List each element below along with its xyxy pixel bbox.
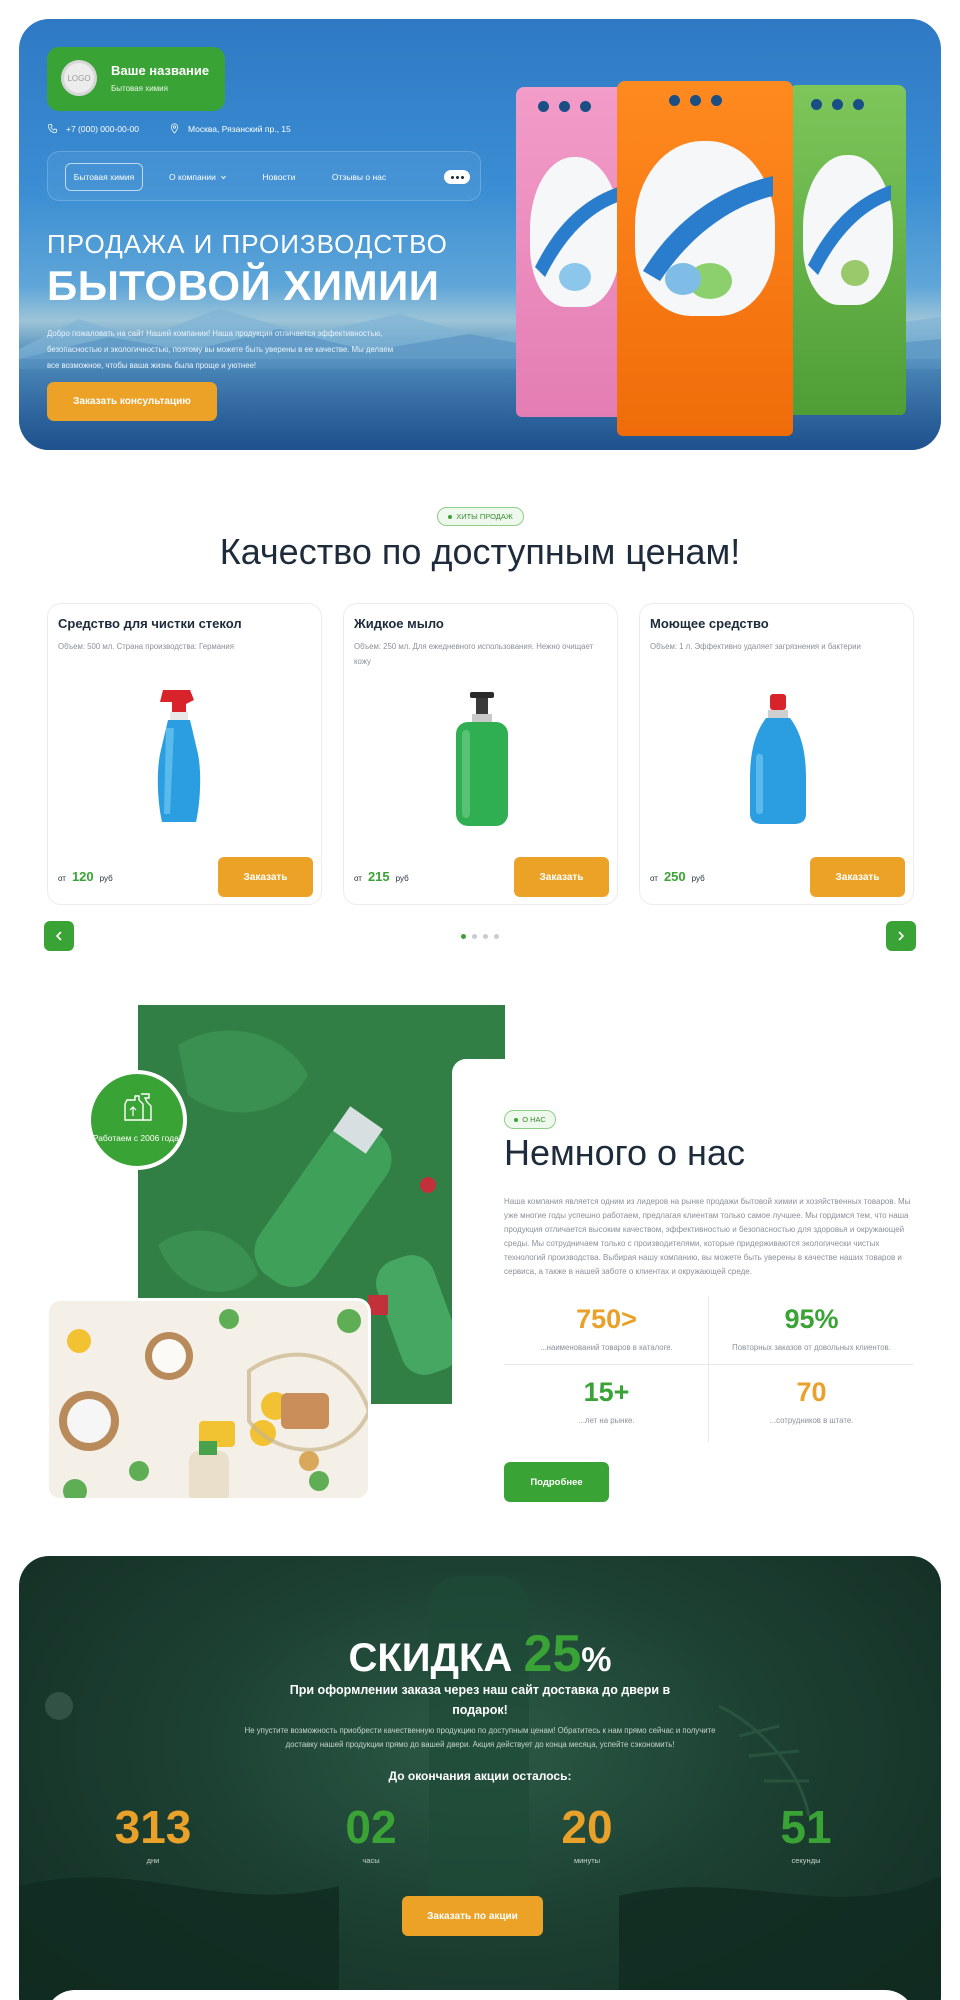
nav-item-household-chemicals[interactable]: Бытовая химия [65,163,143,191]
nav-item-reviews[interactable]: Отзывы о нас [322,163,396,191]
brand-name: Ваше название [111,63,210,78]
slider-dots[interactable] [461,934,499,939]
slider-next-button[interactable] [886,921,916,951]
detergent-pack-pink [516,87,631,417]
stat-item: 70 ...сотрудников в штате. [709,1377,914,1425]
stat-label: ...сотрудников в штате. [769,1416,854,1425]
slider-prev-button[interactable] [44,921,74,951]
cleaning-bottles-icon [124,1093,152,1121]
detergent-pack-green [789,85,906,415]
countdown-value: 313 [114,1801,192,1853]
brand-subtitle: Бытовая химия [111,84,168,93]
main-nav: Бытовая химия О компании Новости Отзывы … [47,151,481,201]
detergent-pack-orange [617,81,793,436]
address: Москва, Рязанский пр., 15 [188,123,291,134]
product-desc: Объем: 1 л. Эффективно удаляет загрязнен… [650,642,861,651]
order-consultation-button[interactable]: Заказать консультацию [47,382,217,421]
promo-headline: СКИДКА 25% [19,1624,941,1684]
spray-bottle-image [157,690,201,822]
order-button[interactable]: Заказать [514,857,609,897]
about-title: Немного о нас [504,1132,745,1173]
brand-block[interactable]: LOGO Ваше название Бытовая химия [47,47,225,111]
location-pin-icon [170,123,179,134]
about-pill-label: О НАС [522,1115,546,1124]
promo-percent-sign: % [581,1641,612,1679]
phone-icon [48,124,57,133]
product-card[interactable]: Жидкое мыло Объем: 250 мл. Для ежедневно… [343,603,618,905]
product-price: от 120 руб [58,869,113,884]
order-button[interactable]: Заказать [218,857,313,897]
hits-pill-label: ХИТЫ ПРОДАЖ [456,512,513,521]
stat-value: 70 [796,1377,827,1407]
order-button[interactable]: Заказать [810,857,905,897]
about-pill: О НАС [504,1110,556,1129]
phone-number: +7 (000) 000-00-00 [66,123,140,134]
promo-subtitle: При оформлении заказа через наш сайт дос… [289,1683,671,1717]
chevron-left-icon [55,931,62,941]
countdown-title: До окончания акции осталось: [388,1769,572,1783]
about-text: Наша компания является одним из лидеров … [504,1197,911,1276]
detergent-bottle-image [750,694,806,824]
countdown-unit: секунды [791,1856,821,1865]
stat-value: 750> [576,1304,637,1334]
product-price: от 250 руб [650,869,705,884]
promo-order-button[interactable]: Заказать по акции [402,1896,543,1936]
more-button[interactable]: Подробнее [504,1462,609,1502]
stat-label: Повторных заказов от довольных клиентов. [732,1343,891,1352]
product-title: Жидкое мыло [354,616,444,631]
countdown-unit: часы [362,1856,380,1865]
soap-bottle-image [456,692,508,826]
chevron-right-icon [898,931,905,941]
about-secondary-image [46,1298,371,1501]
since-2006-badge: Работаем с 2006 года! [87,1070,187,1170]
countdown-value: 02 [345,1801,397,1853]
hero-banner: LOGO Ваше название Бытовая химия +7 (000… [19,19,941,450]
promo-percent-value: 25 [523,1625,582,1683]
promo-banner: СКИДКА 25% При оформлении заказа через н… [19,1556,941,2000]
logo: LOGO [61,60,97,96]
nav-item-label: О компании [169,172,216,182]
countdown-value: 51 [780,1801,832,1853]
countdown-value: 20 [561,1801,613,1853]
countdown-days: 313 дни [83,1800,223,1865]
eco-products-photo [49,1301,368,1498]
badge-text: Работаем с 2006 года! [92,1133,182,1143]
hits-pill: ХИТЫ ПРОДАЖ [437,507,524,526]
hero-title: БЫТОВОЙ ХИМИИ [47,262,440,309]
hits-title: Качество по доступным ценам! [219,531,741,572]
stat-value: 95% [784,1304,839,1334]
countdown-unit: дни [146,1856,160,1865]
stat-label: ...лет на рынке. [578,1416,635,1425]
stat-value: 15+ [583,1377,630,1407]
more-menu-icon[interactable] [444,170,470,184]
chevron-down-icon [220,175,226,179]
stat-label: ...наименований товаров в каталоге. [540,1343,673,1352]
product-price: от 215 руб [354,869,409,884]
product-card[interactable]: Средство для чистки стекол Объем: 500 мл… [47,603,322,905]
product-desc: Объем: 250 мл. Для ежедневного использов… [354,642,594,666]
phone-contact[interactable]: +7 (000) 000-00-00 [47,123,139,134]
product-card[interactable]: Моющее средство Объем: 1 л. Эффективно у… [639,603,914,905]
product-title: Средство для чистки стекол [58,616,242,631]
nav-item-news[interactable]: Новости [254,163,304,191]
countdown-minutes: 20 минуты [517,1800,657,1865]
product-desc: Объем: 500 мл. Страна производства: Герм… [58,642,235,651]
promo-description: Не упустите возможность приобрести качес… [244,1726,716,1749]
stats-grid: 750> ...наименований товаров в каталоге.… [504,1296,914,1442]
nav-item-about[interactable]: О компании [160,163,236,191]
hero-subtitle: ПРОДАЖА И ПРОИЗВОДСТВО [47,229,448,259]
promo-word: СКИДКА [348,1636,513,1680]
address-contact: Москва, Рязанский пр., 15 [169,123,291,134]
hero-description: Добро пожаловать на сайт Нашей компании!… [47,329,394,370]
promo-bottom-bar [45,1990,915,2000]
stat-item: 95% Повторных заказов от довольных клиен… [709,1304,914,1352]
stat-item: 750> ...наименований товаров в каталоге. [504,1304,709,1352]
countdown-unit: минуты [573,1856,601,1865]
countdown-hours: 02 часы [301,1800,441,1865]
image-cutout [452,1059,505,1404]
product-title: Моющее средство [650,616,769,631]
countdown-seconds: 51 секунды [736,1800,876,1865]
stat-item: 15+ ...лет на рынке. [504,1377,709,1425]
